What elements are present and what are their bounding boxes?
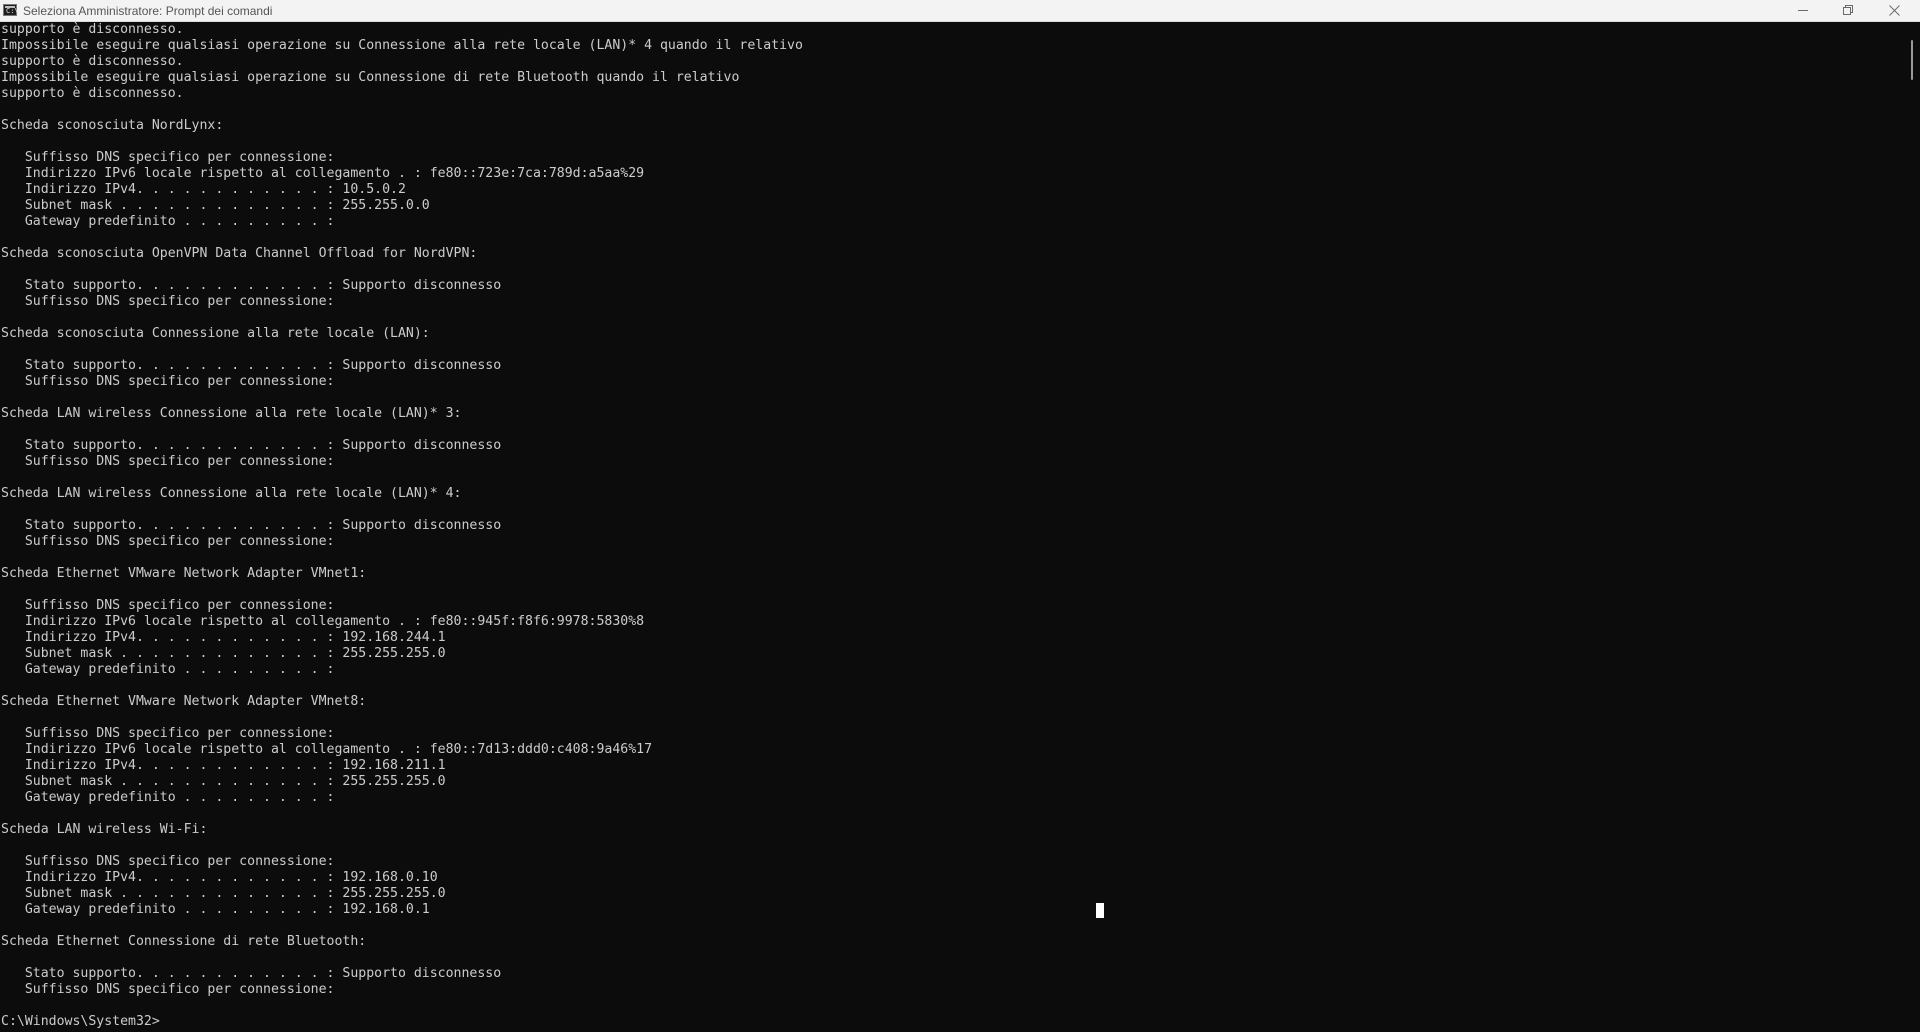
maximize-icon — [1843, 5, 1853, 15]
minimize-button[interactable] — [1781, 0, 1826, 22]
console-line: Gateway predefinito . . . . . . . . . : — [1, 662, 335, 677]
console-line: Indirizzo IPv4. . . . . . . . . . . . : … — [1, 630, 446, 645]
text-cursor — [1096, 903, 1104, 918]
console-line: Subnet mask . . . . . . . . . . . . . : … — [1, 886, 446, 901]
console-line: Scheda sconosciuta OpenVPN Data Channel … — [1, 246, 478, 261]
console-line: Scheda LAN wireless Wi-Fi: — [1, 822, 208, 837]
console-line: Impossibile eseguire qualsiasi operazion… — [1, 38, 803, 53]
console-line: Suffisso DNS specifico per connessione: — [1, 454, 335, 469]
console-line: Scheda LAN wireless Connessione alla ret… — [1, 486, 462, 501]
console-line: Suffisso DNS specifico per connessione: — [1, 598, 335, 613]
console-line: supporto è disconnesso. — [1, 86, 184, 101]
title-bar[interactable]: C:\ Seleziona Amministratore: Prompt dei… — [0, 0, 1920, 22]
scrollbar-thumb[interactable] — [1911, 40, 1913, 80]
console-output[interactable]: supporto è disconnesso. Impossibile esegu… — [0, 22, 1904, 1032]
console-line: Scheda Ethernet Connessione di rete Blue… — [1, 934, 367, 949]
console-line: Scheda LAN wireless Connessione alla ret… — [1, 406, 462, 421]
vertical-scrollbar[interactable] — [1904, 22, 1920, 1032]
console-line: Impossibile eseguire qualsiasi operazion… — [1, 70, 740, 85]
window-title: Seleziona Amministratore: Prompt dei com… — [23, 4, 273, 18]
console-line: Suffisso DNS specifico per connessione: — [1, 854, 335, 869]
console-line: Indirizzo IPv6 locale rispetto al colleg… — [1, 742, 653, 757]
console-line: Scheda Ethernet VMware Network Adapter V… — [1, 566, 367, 581]
console-line: Suffisso DNS specifico per connessione: — [1, 374, 335, 389]
console-line: Suffisso DNS specifico per connessione: — [1, 150, 335, 165]
console-line: Stato supporto. . . . . . . . . . . . : … — [1, 518, 502, 533]
console-line: Stato supporto. . . . . . . . . . . . : … — [1, 358, 502, 373]
close-button[interactable] — [1872, 0, 1917, 22]
console-line: Suffisso DNS specifico per connessione: — [1, 294, 335, 309]
close-icon — [1889, 5, 1900, 16]
console-line: C:\Windows\System32> — [1, 1014, 160, 1029]
console-line: Suffisso DNS specifico per connessione: — [1, 534, 335, 549]
maximize-button[interactable] — [1826, 0, 1871, 22]
console-line: Scheda sconosciuta NordLynx: — [1, 118, 224, 133]
console-line: Indirizzo IPv6 locale rispetto al colleg… — [1, 614, 645, 629]
console-line: Gateway predefinito . . . . . . . . . : — [1, 790, 335, 805]
console-line: Subnet mask . . . . . . . . . . . . . : … — [1, 646, 446, 661]
console-line: Indirizzo IPv4. . . . . . . . . . . . : … — [1, 758, 446, 773]
console-line: supporto è disconnesso. — [1, 54, 184, 69]
console-line: Indirizzo IPv4. . . . . . . . . . . . : … — [1, 182, 406, 197]
console-line: Gateway predefinito . . . . . . . . . : … — [1, 902, 430, 917]
cmd-icon-glyph: C:\ — [6, 7, 19, 15]
console-line: Stato supporto. . . . . . . . . . . . : … — [1, 278, 502, 293]
console-line: Subnet mask . . . . . . . . . . . . . : … — [1, 198, 430, 213]
console-line: Scheda sconosciuta Connessione alla rete… — [1, 326, 430, 341]
command-prompt-window: C:\ Seleziona Amministratore: Prompt dei… — [0, 0, 1920, 1032]
console-line: Gateway predefinito . . . . . . . . . : — [1, 214, 335, 229]
console-line: supporto è disconnesso. — [1, 22, 184, 37]
console-line: Suffisso DNS specifico per connessione: — [1, 982, 335, 997]
console-line: Indirizzo IPv4. . . . . . . . . . . . : … — [1, 870, 438, 885]
console-line: Stato supporto. . . . . . . . . . . . : … — [1, 438, 502, 453]
minimize-icon — [1798, 10, 1808, 11]
console-line: Stato supporto. . . . . . . . . . . . : … — [1, 966, 502, 981]
console-line: Scheda Ethernet VMware Network Adapter V… — [1, 694, 367, 709]
console-line: Suffisso DNS specifico per connessione: — [1, 726, 335, 741]
cmd-icon[interactable]: C:\ — [3, 4, 19, 16]
console-line: Indirizzo IPv6 locale rispetto al colleg… — [1, 166, 645, 181]
console-line: Subnet mask . . . . . . . . . . . . . : … — [1, 774, 446, 789]
